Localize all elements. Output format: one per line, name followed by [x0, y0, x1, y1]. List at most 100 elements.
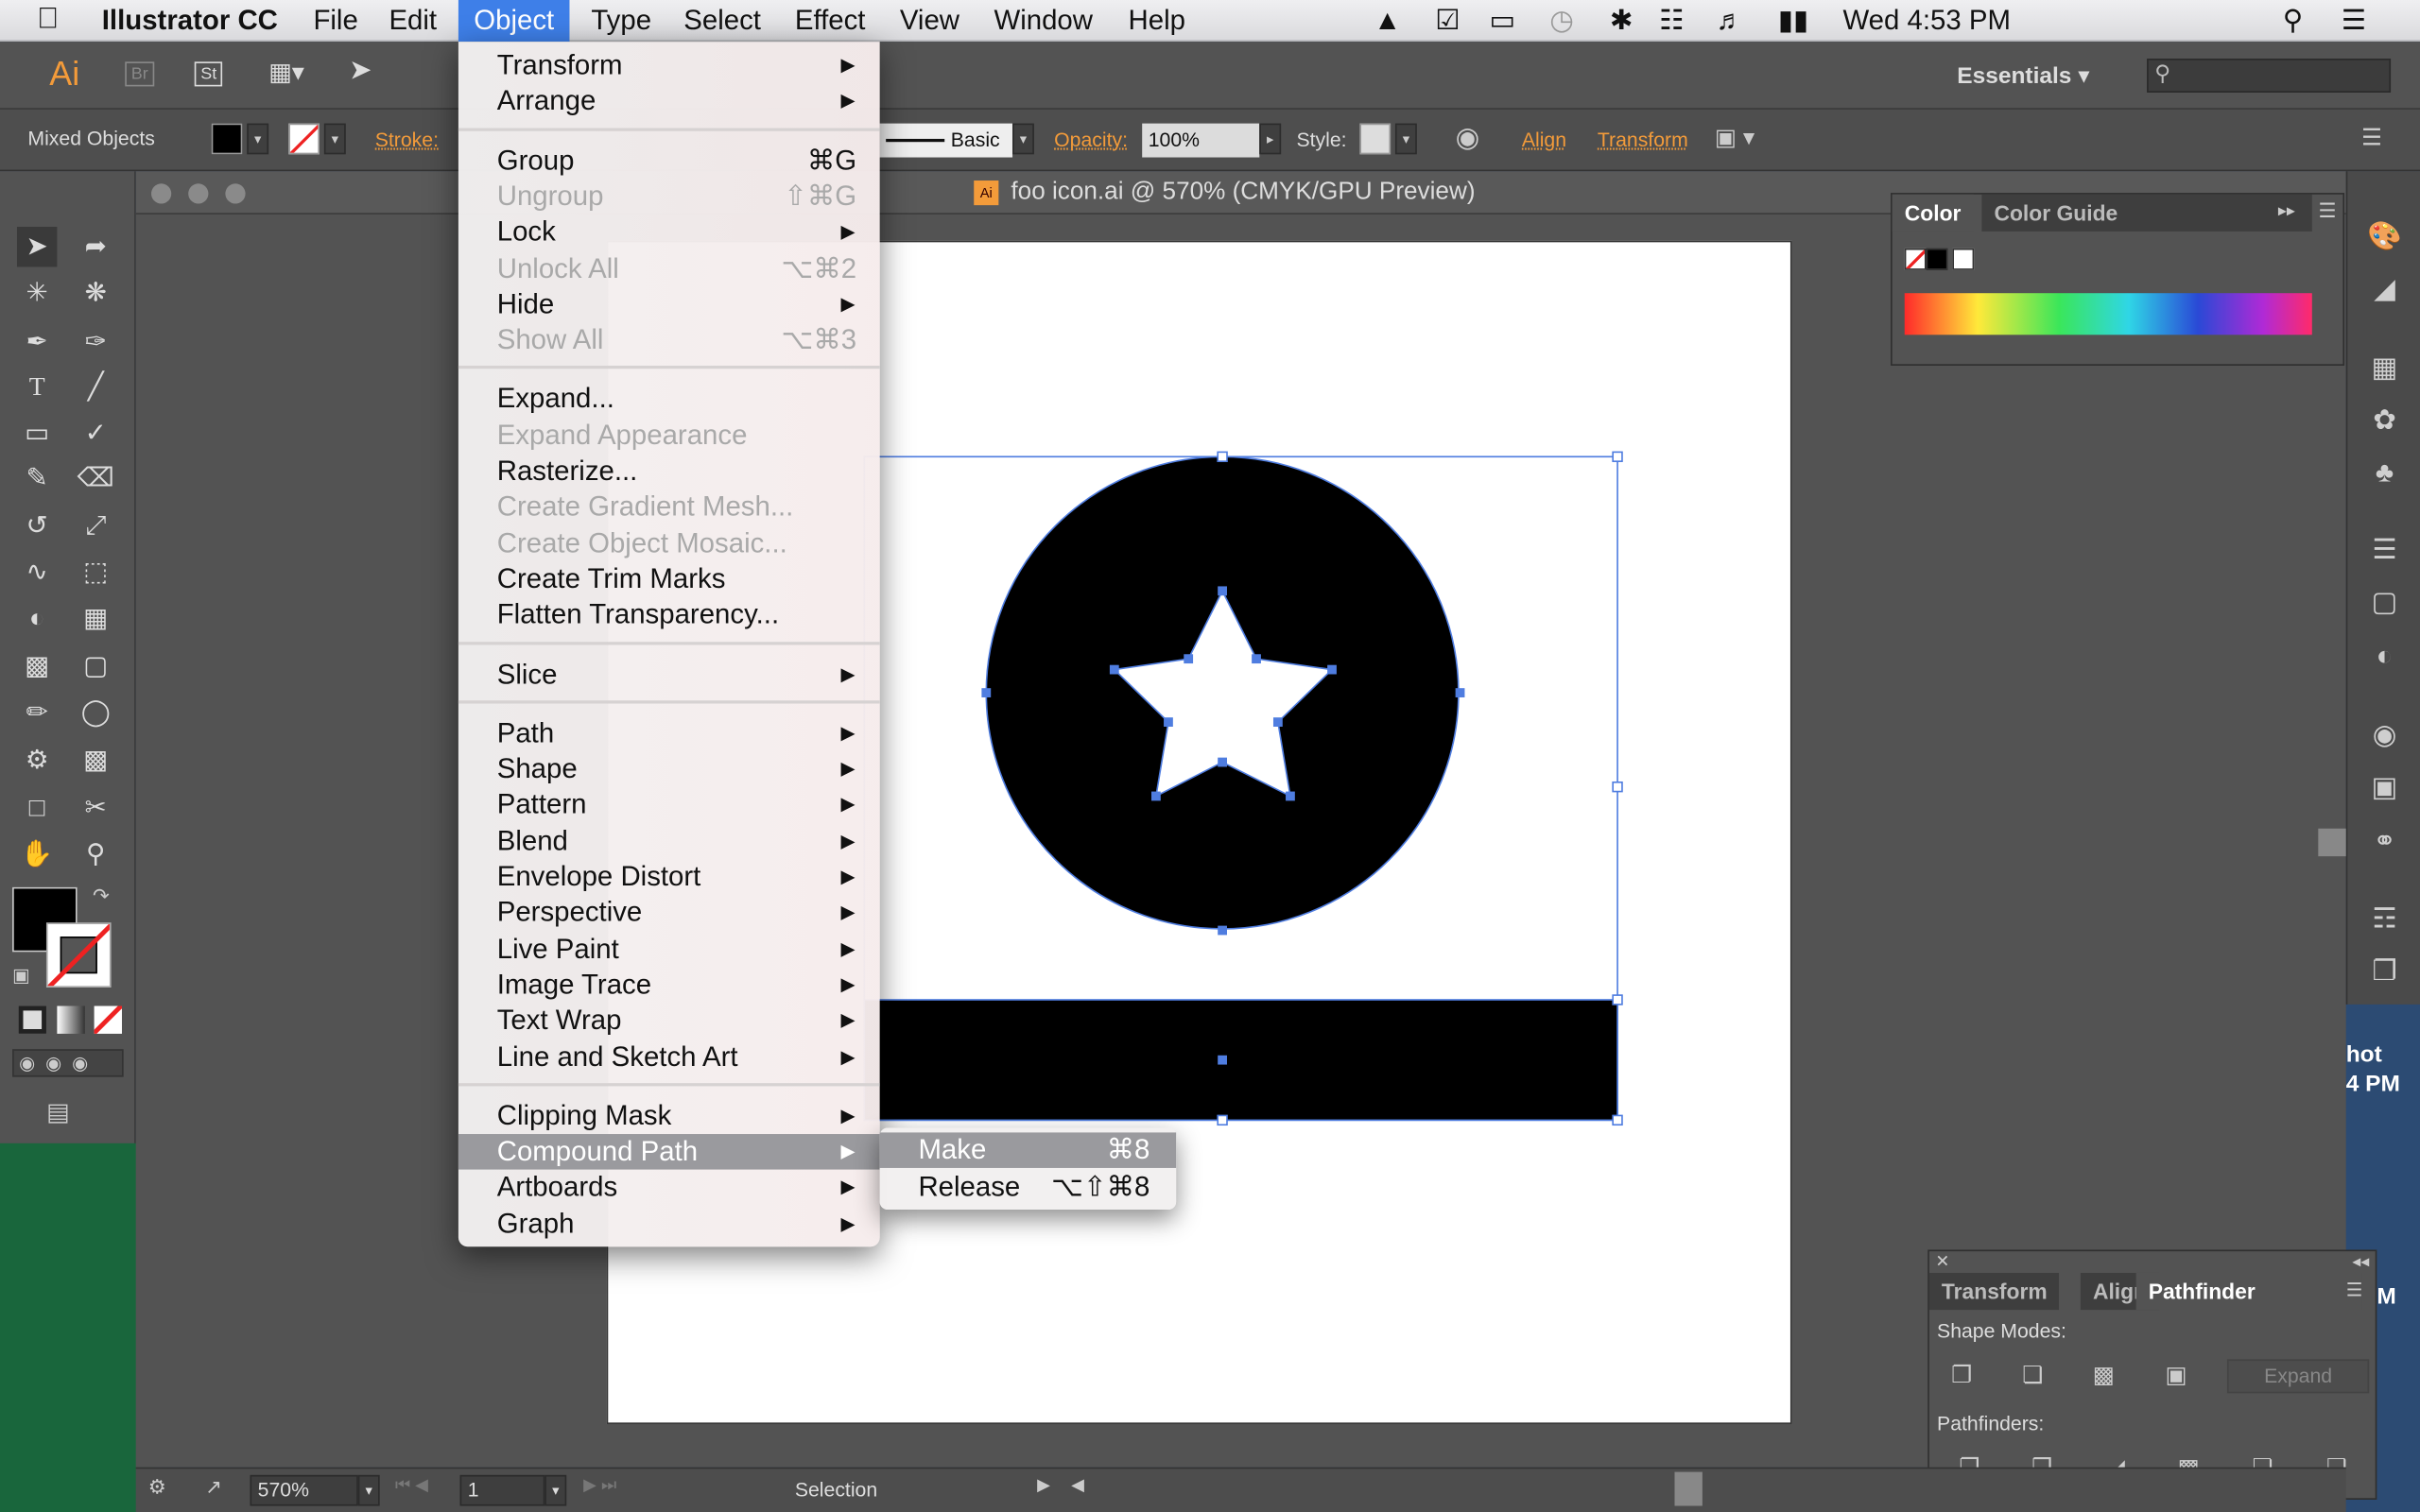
symbols-icon[interactable]: ♣ — [2363, 456, 2407, 493]
none-mode-button[interactable] — [94, 1005, 122, 1034]
gradient-mode-button[interactable] — [57, 1005, 85, 1034]
artboard-tool-icon[interactable]: □ — [17, 788, 57, 828]
menu-item-clipping-mask[interactable]: Clipping Mask ▶ — [458, 1098, 880, 1134]
perspective-grid-tool-icon[interactable]: ▦ — [76, 598, 115, 638]
hand-tool-icon[interactable]: ✋ — [17, 834, 57, 874]
lasso-tool-icon[interactable]: ❋ — [76, 273, 115, 313]
layers-icon[interactable]: ☶ — [2363, 902, 2407, 939]
none-swatch[interactable] — [1904, 248, 1927, 270]
rectangle-tool-icon[interactable]: ▭ — [17, 414, 57, 454]
swap-colors-icon[interactable]: ↷ — [93, 885, 110, 909]
close-panel-icon[interactable]: ✕ — [1935, 1251, 1949, 1272]
collapse-panel-icon[interactable]: ▸▸ — [2278, 200, 2295, 221]
share-icon[interactable]: ↗ — [205, 1475, 222, 1500]
screen-mode-icon[interactable]: ▤ — [46, 1097, 70, 1128]
menu-item-blend[interactable]: Blend ▶ — [458, 823, 880, 859]
horizontal-scroll-thumb[interactable] — [1674, 1471, 1703, 1506]
zoom-tool-icon[interactable]: ⚲ — [76, 834, 115, 874]
menu-item-text-wrap[interactable]: Text Wrap ▶ — [458, 1004, 880, 1040]
shape-builder-tool-icon[interactable]: ◐ — [17, 598, 57, 638]
menu-item-pattern[interactable]: Pattern ▶ — [458, 787, 880, 823]
menu-item-flatten-transparency[interactable]: Flatten Transparency... — [458, 597, 880, 633]
collapse-panel-icon[interactable]: ◂◂ — [2352, 1251, 2369, 1272]
free-transform-tool-icon[interactable]: ⬚ — [76, 553, 115, 593]
exclude-icon[interactable]: ▣ — [2159, 1359, 2193, 1393]
artboard-dropdown[interactable]: ▾ — [544, 1474, 567, 1506]
scale-tool-icon[interactable]: ⤢ — [76, 507, 115, 546]
menu-item-artboards[interactable]: Artboards ▶ — [458, 1170, 880, 1206]
tab-pathfinder[interactable]: Pathfinder — [2135, 1272, 2362, 1311]
line-tool-icon[interactable]: ╱ — [76, 368, 115, 407]
status-menu-arrow[interactable]: ▶ — [1037, 1475, 1050, 1495]
pencil-tool-icon[interactable]: ✎ — [17, 458, 57, 498]
menu-item-perspective[interactable]: Perspective ▶ — [458, 895, 880, 931]
stroke-color-box[interactable] — [45, 922, 112, 988]
width-tool-icon[interactable]: ∿ — [17, 553, 57, 593]
direct-selection-tool-icon[interactable]: ➦ — [76, 227, 115, 266]
vertical-scroll-thumb[interactable] — [2318, 828, 2346, 857]
blend-tool-icon[interactable]: ◯ — [76, 693, 115, 732]
default-colors-icon[interactable]: ▣ — [12, 964, 30, 986]
column-graph-tool-icon[interactable]: ▩ — [76, 741, 115, 781]
menu-item-line-and-sketch-art[interactable]: Line and Sketch Art ▶ — [458, 1040, 880, 1075]
first-artboard-button[interactable]: ⏮ ◀ — [395, 1475, 428, 1497]
scroll-left-arrow[interactable]: ◀ — [1071, 1475, 1084, 1495]
paintbrush-tool-icon[interactable]: ✓ — [76, 414, 115, 454]
slice-tool-icon[interactable]: ✂ — [76, 788, 115, 828]
menu-item-rasterize[interactable]: Rasterize... — [458, 454, 880, 490]
expand-button[interactable]: Expand — [2226, 1359, 2370, 1394]
graphic-styles-icon[interactable]: ▣ — [2363, 771, 2407, 808]
menu-item-group[interactable]: Group ⌘G — [458, 143, 880, 179]
intersect-icon[interactable]: ▩ — [2086, 1359, 2120, 1393]
tab-color-guide[interactable]: Color Guide — [1981, 194, 2312, 232]
swatches-icon[interactable]: ▦ — [2363, 352, 2407, 388]
symbol-sprayer-tool-icon[interactable]: ⚙ — [17, 741, 57, 781]
menu-item-slice[interactable]: Slice ▶ — [458, 657, 880, 693]
next-artboard-button[interactable]: ▶ ⏭ — [583, 1475, 616, 1497]
rotate-tool-icon[interactable]: ↺ — [17, 507, 57, 546]
menu-item-lock[interactable]: Lock ▶ — [458, 215, 880, 250]
menu-item-live-paint[interactable]: Live Paint ▶ — [458, 931, 880, 967]
menu-item-envelope-distort[interactable]: Envelope Distort ▶ — [458, 859, 880, 895]
black-swatch[interactable] — [1926, 248, 1948, 270]
zoom-input[interactable]: 570% — [250, 1474, 358, 1506]
magic-wand-tool-icon[interactable]: ✳ — [17, 273, 57, 313]
artboards-panel-icon[interactable]: ❐ — [2363, 955, 2407, 992]
gradient-tool-icon[interactable]: ▢ — [76, 646, 115, 686]
gradient-panel-icon[interactable]: ▢ — [2363, 586, 2407, 623]
color-panel-icon[interactable]: 🎨 — [2363, 220, 2407, 257]
curvature-tool-icon[interactable]: ✑ — [76, 322, 115, 362]
libraries-icon[interactable]: ⚭ — [2363, 825, 2407, 862]
color-spectrum[interactable] — [1904, 293, 2312, 335]
menu-item-graph[interactable]: Graph ▶ — [458, 1206, 880, 1242]
menu-item-create-trim-marks[interactable]: Create Trim Marks — [458, 561, 880, 597]
zoom-dropdown[interactable]: ▾ — [357, 1474, 380, 1506]
stroke-panel-icon[interactable]: ☰ — [2363, 534, 2407, 571]
tab-color[interactable]: Color — [1892, 194, 1974, 232]
type-tool-icon[interactable]: T — [17, 368, 57, 407]
submenu-item-release[interactable]: Release ⌥⇧⌘8 — [880, 1169, 1176, 1205]
submenu-item-make[interactable]: Make ⌘8 — [879, 1132, 1177, 1168]
panel-menu-icon[interactable]: ☰ — [2346, 1280, 2363, 1301]
color-mode-button[interactable] — [18, 1005, 46, 1034]
bar-shape[interactable] — [863, 999, 1618, 1122]
menu-item-image-trace[interactable]: Image Trace ▶ — [458, 968, 880, 1004]
unite-icon[interactable]: ❐ — [1945, 1359, 1979, 1393]
menu-item-arrange[interactable]: Arrange ▶ — [458, 84, 880, 120]
selection-tool-icon[interactable]: ➤ — [16, 227, 58, 267]
white-swatch[interactable] — [1952, 248, 1975, 270]
gpu-icon[interactable]: ⚙ — [148, 1475, 166, 1500]
menu-item-path[interactable]: Path ▶ — [458, 715, 880, 751]
transparency-icon[interactable]: ◐ — [2363, 641, 2407, 678]
pen-tool-icon[interactable]: ✒ — [17, 322, 57, 362]
minus-front-icon[interactable]: ❏ — [2015, 1359, 2049, 1393]
menu-item-shape[interactable]: Shape ▶ — [458, 751, 880, 787]
menu-item-compound-path[interactable]: Compound Path ▶ — [458, 1134, 880, 1170]
brushes-icon[interactable]: ✿ — [2363, 404, 2407, 441]
drawing-modes[interactable]: ◉ ◉ ◉ — [12, 1049, 124, 1077]
tab-transform[interactable]: Transform — [1928, 1272, 2060, 1311]
color-guide-icon[interactable]: ◢ — [2363, 273, 2407, 310]
panel-menu-icon[interactable]: ☰ — [2318, 199, 2336, 224]
menu-item-transform[interactable]: Transform ▶ — [458, 48, 880, 84]
eyedropper-tool-icon[interactable]: ✏ — [17, 693, 57, 732]
